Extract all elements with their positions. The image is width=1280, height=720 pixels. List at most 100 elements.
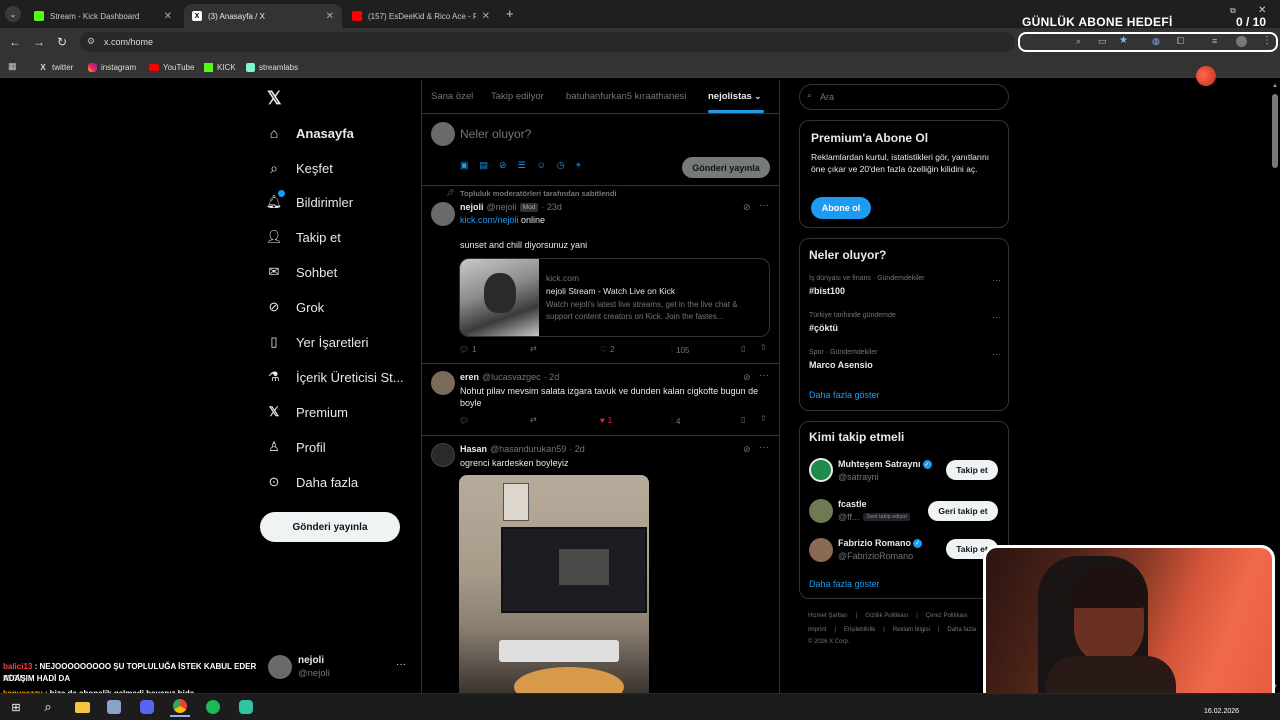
search-input[interactable]: Ara [799, 84, 1009, 110]
schedule-icon[interactable]: ◷ [557, 160, 565, 171]
post-time[interactable]: · 23d [541, 202, 562, 212]
zoom-icon[interactable]: ⌕ [1076, 36, 1081, 47]
extension-icon[interactable]: ◍ [1152, 36, 1160, 47]
avatar[interactable] [431, 443, 455, 467]
nav-profile[interactable]: ♙ Profil [266, 435, 325, 459]
nav-home[interactable]: ⌂ Anasayfa [266, 121, 354, 145]
footer-link[interactable]: Erişilebilirlik [844, 627, 875, 633]
obs-icon[interactable] [104, 697, 124, 717]
post-handle[interactable]: @nejoli [487, 202, 517, 212]
post-image[interactable] [459, 475, 649, 693]
x-logo-icon[interactable]: 𝕏 [267, 88, 282, 109]
tab-for-you[interactable]: Sana özel [431, 91, 473, 102]
nav-creator-studio[interactable]: ⚗ İçerik Üreticisi St... [266, 365, 403, 389]
post-button[interactable]: Gönderi yayınla [260, 512, 400, 542]
views-button[interactable]: ⫶ 105 [671, 345, 689, 355]
grok-icon[interactable]: ⊘ [743, 444, 751, 455]
follow-name-row[interactable]: Fabrizio Romano ✓ [838, 538, 923, 548]
nav-notifications[interactable]: 🔔︎ Bildirimler [266, 190, 353, 214]
bookmark-button[interactable]: ▯ [741, 344, 745, 353]
repost-button[interactable]: ⇄ [530, 344, 537, 353]
compose-post-button[interactable]: Gönderi yayınla [682, 157, 770, 178]
repost-button[interactable]: ⇄ [530, 415, 537, 424]
profile-icon[interactable] [1236, 36, 1247, 47]
chrome-icon[interactable] [170, 697, 190, 717]
follow-button[interactable]: Takip et [946, 460, 998, 480]
gif-icon[interactable]: ▤ [480, 160, 489, 171]
apps-icon[interactable]: ▦ [8, 61, 17, 72]
follow-back-button[interactable]: Geri takip et [928, 501, 998, 521]
post-handle[interactable]: @hasandurukan59 [490, 444, 566, 454]
tab-community[interactable]: batuhanfurkan5 kıraathanesi [566, 91, 686, 102]
post-time[interactable]: · 2d [544, 372, 560, 382]
nav-premium[interactable]: 𝕏 Premium [266, 400, 348, 424]
install-icon[interactable]: ▭ [1098, 36, 1107, 47]
browser-tab-kick[interactable]: Stream - Kick Dashboard ✕ [26, 4, 180, 28]
discord-icon[interactable] [137, 697, 157, 717]
post-author[interactable]: eren [460, 372, 479, 382]
star-icon[interactable]: ★ [1119, 35, 1128, 46]
grok-icon[interactable]: ⊘ [743, 202, 751, 213]
avatar[interactable] [809, 458, 833, 482]
post-handle[interactable]: @lucasvazgec [482, 372, 541, 382]
footer-link[interactable]: Çerez Politikası [926, 613, 968, 619]
nav-bookmarks[interactable]: ▯ Yer İşaretleri [266, 330, 368, 354]
reply-button[interactable]: 💬︎ 1 [459, 345, 477, 354]
minimize-icon[interactable]: ⧉ [1230, 6, 1236, 16]
footer-link[interactable]: Hizmet Şartları [808, 613, 848, 619]
bookmark-button[interactable]: ▯ [741, 415, 745, 424]
tab-following[interactable]: Takip edilyor [491, 91, 544, 102]
site-info-icon[interactable]: ⚙ [87, 36, 95, 47]
more-icon[interactable]: ··· [992, 275, 1001, 285]
trend-item[interactable]: Türkiye tarihinde gündemde #çöktü ··· [809, 312, 1001, 342]
tab-nejolistas[interactable]: nejolistas ⌄ [708, 91, 761, 102]
search-icon[interactable]: ⌕ [38, 697, 58, 717]
share-button[interactable]: ⇧ [760, 414, 767, 423]
more-icon[interactable]: ··· [992, 349, 1001, 359]
browser-tab-x[interactable]: X (3) Anasayfa / X ✕ [184, 4, 342, 28]
close-icon[interactable]: ✕ [164, 11, 172, 22]
trend-item[interactable]: İş dünyası ve finans · Gündemdekiler #bi… [809, 275, 1001, 305]
show-more-link[interactable]: Daha fazla göster [809, 390, 880, 400]
forward-icon[interactable]: → [33, 35, 45, 49]
account-switcher[interactable]: nejoli @nejoli ··· [266, 653, 416, 683]
new-tab-button[interactable]: + [506, 6, 514, 21]
share-button[interactable]: ⇧ [760, 343, 767, 352]
post-link[interactable]: kick.com/nejoli [460, 215, 519, 225]
image-icon[interactable]: ▣ [460, 160, 469, 171]
avatar[interactable] [431, 202, 455, 226]
nav-grok[interactable]: ⊘ Grok [266, 295, 325, 319]
views-button[interactable]: ⫶ 4 [671, 416, 680, 426]
footer-link[interactable]: Gizlilik Politikası [865, 613, 908, 619]
reading-list-icon[interactable]: ≡ [1212, 36, 1217, 46]
compose-input[interactable]: Neler oluyor? [460, 127, 531, 141]
tab-list-button[interactable]: ⌄ [5, 6, 21, 22]
location-icon[interactable]: ⌖ [576, 160, 581, 171]
like-button[interactable]: ♡ 2 [600, 345, 615, 354]
show-more-link[interactable]: Daha fazla göster [809, 579, 880, 589]
trend-item[interactable]: Spor · Gündemdekiler Marco Asensio ··· [809, 349, 1001, 379]
bookmark-kick[interactable]: KICK [204, 60, 236, 74]
avatar[interactable] [809, 538, 833, 562]
more-icon[interactable]: ··· [759, 370, 769, 381]
bookmark-instagram[interactable]: instagram [88, 60, 136, 74]
puzzle-icon[interactable]: ⧠ [1177, 36, 1184, 47]
bookmark-streamlabs[interactable]: streamlabs [246, 60, 298, 74]
back-icon[interactable]: ← [9, 35, 21, 49]
footer-link[interactable]: Imprint [808, 627, 826, 633]
close-window-icon[interactable]: ✕ [1258, 5, 1266, 16]
avatar[interactable] [809, 499, 833, 523]
follow-name-row[interactable]: Muhteşem Satraynı ✓ [838, 459, 932, 469]
grok-icon[interactable]: ⊘ [499, 160, 507, 171]
footer-link[interactable]: Daha fazla [947, 627, 976, 633]
poll-icon[interactable]: ☰ [518, 160, 526, 171]
bookmark-youtube[interactable]: YouTube [149, 60, 194, 74]
nav-messages[interactable]: ✉ Sohbet [266, 260, 338, 284]
streamlabs-icon[interactable] [236, 697, 256, 717]
bookmark-twitter[interactable]: X twitter [38, 60, 73, 74]
avatar[interactable] [431, 371, 455, 395]
scroll-up-icon[interactable]: ▲ [1272, 83, 1278, 89]
like-button[interactable]: ♥ 1 [600, 416, 612, 425]
grok-icon[interactable]: ⊘ [743, 372, 751, 383]
post-time[interactable]: · 2d [569, 444, 585, 454]
